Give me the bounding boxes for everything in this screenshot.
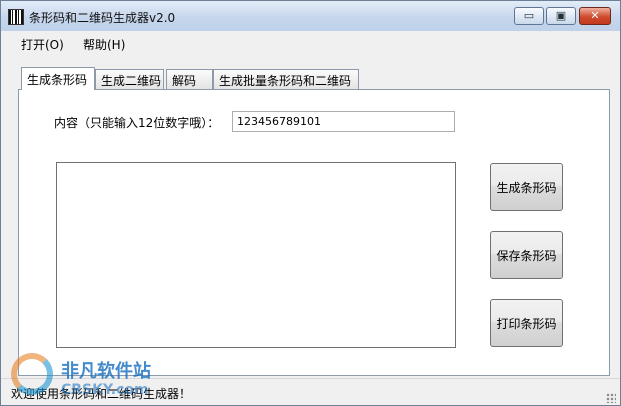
app-window: 条形码和二维码生成器v2.0 ▭ ▣ ✕ 打开(O) 帮助(H) 生成条形码 生… bbox=[0, 0, 621, 406]
print-barcode-button[interactable]: 打印条形码 bbox=[490, 299, 563, 347]
window-title: 条形码和二维码生成器v2.0 bbox=[29, 11, 176, 25]
menu-help[interactable]: 帮助(H) bbox=[83, 36, 125, 53]
content-input[interactable] bbox=[232, 111, 455, 132]
tab-batch-generate[interactable]: 生成批量条形码和二维码 bbox=[213, 69, 359, 89]
resize-grip-icon[interactable] bbox=[606, 393, 616, 403]
generate-barcode-button[interactable]: 生成条形码 bbox=[490, 163, 563, 211]
title-bar[interactable]: 条形码和二维码生成器v2.0 ▭ ▣ ✕ bbox=[1, 1, 620, 31]
status-text: 欢迎使用条形码和二维码生成器！ bbox=[11, 387, 192, 401]
close-button[interactable]: ✕ bbox=[579, 7, 611, 25]
save-barcode-button[interactable]: 保存条形码 bbox=[490, 231, 563, 279]
barcode-preview bbox=[56, 162, 456, 348]
minimize-button[interactable]: ▭ bbox=[514, 7, 544, 25]
status-bar: 欢迎使用条形码和二维码生成器！ bbox=[1, 378, 620, 405]
menu-open[interactable]: 打开(O) bbox=[21, 36, 64, 53]
tab-generate-barcode[interactable]: 生成条形码 bbox=[21, 67, 95, 90]
maximize-button[interactable]: ▣ bbox=[546, 7, 576, 25]
barcode-icon bbox=[8, 9, 24, 25]
content-label: 内容（只能输入12位数字哦）： bbox=[54, 116, 220, 130]
tab-generate-qrcode[interactable]: 生成二维码 bbox=[95, 69, 164, 89]
tab-decode[interactable]: 解码 bbox=[166, 69, 213, 89]
menu-bar: 打开(O) 帮助(H) bbox=[1, 32, 620, 54]
